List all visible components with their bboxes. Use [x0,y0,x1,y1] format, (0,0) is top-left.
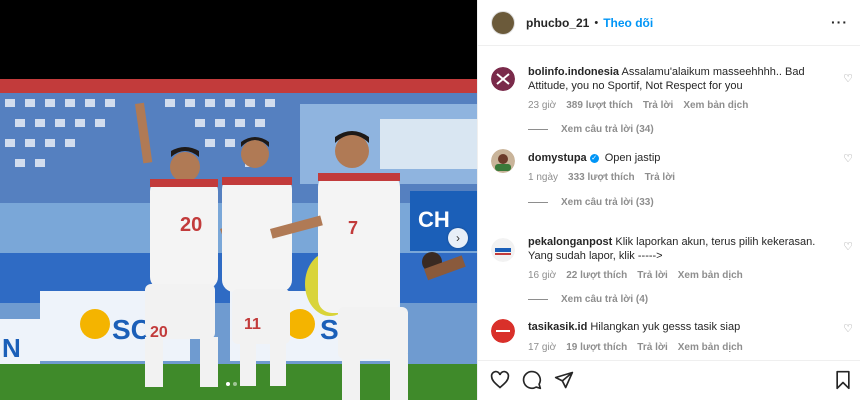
heart-icon[interactable]: ♡ [843,72,853,85]
comment-body: domystupa ✓ Open jastip [528,144,831,165]
comment-time[interactable]: 17 giờ [528,342,556,353]
reply-button[interactable]: Trả lời [643,100,673,111]
view-replies-label: Xem câu trả lời (33) [561,197,654,208]
translate-button[interactable]: Xem bản dịch [683,100,748,111]
comment-icon[interactable] [522,370,542,390]
jersey-number: 7 [348,218,358,238]
post-photo[interactable]: CH SC SC N [0,79,477,400]
comment-likes[interactable]: 19 lượt thích [566,342,627,353]
follow-button[interactable]: Theo dõi [603,16,653,30]
comment-meta: 1 ngày 333 lượt thích Trả lời [528,172,831,183]
avatar[interactable] [491,10,515,35]
svg-text:N: N [2,333,21,363]
comment-time[interactable]: 1 ngày [528,172,558,183]
more-horizontal-icon[interactable]: ··· [831,14,848,30]
comment-text: Hilangkan yuk gesss tasik siap [590,321,741,333]
replies-divider [528,129,548,130]
jersey-number: 11 [244,316,261,333]
comment-likes[interactable]: 389 lượt thích [566,100,633,111]
comment-meta: 17 giờ 19 lượt thích Trả lời Xem bản dịc… [528,342,831,353]
chevron-right-icon[interactable]: › [448,228,468,248]
comment-username[interactable]: pekalonganpost [528,236,612,248]
translate-button[interactable]: Xem bản dịch [678,342,743,353]
view-replies-label: Xem câu trả lời (34) [561,124,654,135]
translate-button[interactable]: Xem bản dịch [678,270,743,281]
comment-time[interactable]: 16 giờ [528,270,556,281]
comment-meta: 23 giờ 389 lượt thích Trả lời Xem bản dị… [528,100,831,111]
comment-username[interactable]: domystupa [528,152,587,164]
post-media: CH SC SC N [0,0,477,400]
avatar[interactable] [491,319,515,343]
comment-meta: 16 giờ 22 lượt thích Trả lời Xem bản dịc… [528,270,831,281]
comments-list: bolinfo.indonesia Assalamu'alaikum masse… [478,58,860,354]
heart-icon[interactable]: ♡ [843,240,853,253]
comment-body: tasikasik.id Hilangkan yuk gesss tasik s… [528,316,831,334]
comment-item: pekalonganpost Klik laporkan akun, terus… [478,228,860,316]
avatar[interactable] [491,238,515,262]
comment-username[interactable]: bolinfo.indonesia [528,66,619,78]
post-actions [478,360,860,400]
replies-divider [528,299,548,300]
view-replies-label: Xem câu trả lời (4) [561,294,649,305]
heart-icon[interactable]: ♡ [843,322,853,335]
avatar[interactable] [491,149,515,173]
view-replies-button[interactable]: Xem câu trả lời (4) [528,294,831,305]
heart-icon[interactable] [490,370,510,390]
comment-item: domystupa ✓ Open jastip 1 ngày 333 lượt t… [478,144,860,228]
comment-likes[interactable]: 22 lượt thích [566,270,627,281]
header-separator: • [594,16,599,29]
reply-button[interactable]: Trả lời [637,342,667,353]
comment-username[interactable]: tasikasik.id [528,321,587,333]
comment-body: bolinfo.indonesia Assalamu'alaikum masse… [528,58,831,93]
comment-item: tasikasik.id Hilangkan yuk gesss tasik s… [478,316,860,354]
comment-item: bolinfo.indonesia Assalamu'alaikum masse… [478,58,860,144]
view-replies-button[interactable]: Xem câu trả lời (34) [528,124,831,135]
post-sidebar: phucbo_21 • Theo dõi ··· bolinfo.indones… [477,0,860,400]
comment-time[interactable]: 23 giờ [528,100,556,111]
carousel-dot [233,382,237,386]
heart-icon[interactable]: ♡ [843,152,853,165]
instagram-post-view: CH SC SC N [0,0,860,400]
svg-text:CH: CH [418,207,450,232]
avatar[interactable] [491,67,515,91]
comment-text: Open jastip [604,152,661,164]
carousel-indicator [226,382,237,386]
carousel-dot-active [226,382,230,386]
bookmark-icon[interactable] [834,370,852,390]
view-replies-button[interactable]: Xem câu trả lời (33) [528,197,831,208]
post-author-username[interactable]: phucbo_21 [526,16,589,30]
send-icon[interactable] [554,370,574,390]
comment-body: pekalonganpost Klik laporkan akun, terus… [528,228,831,263]
replies-divider [528,202,548,203]
post-header: phucbo_21 • Theo dõi ··· [478,0,860,46]
reply-button[interactable]: Trả lời [645,172,675,183]
jersey-number: 20 [180,214,202,236]
verified-badge-icon: ✓ [589,153,599,163]
jersey-number: 20 [150,324,168,341]
comment-likes[interactable]: 333 lượt thích [568,172,635,183]
reply-button[interactable]: Trả lời [637,270,667,281]
